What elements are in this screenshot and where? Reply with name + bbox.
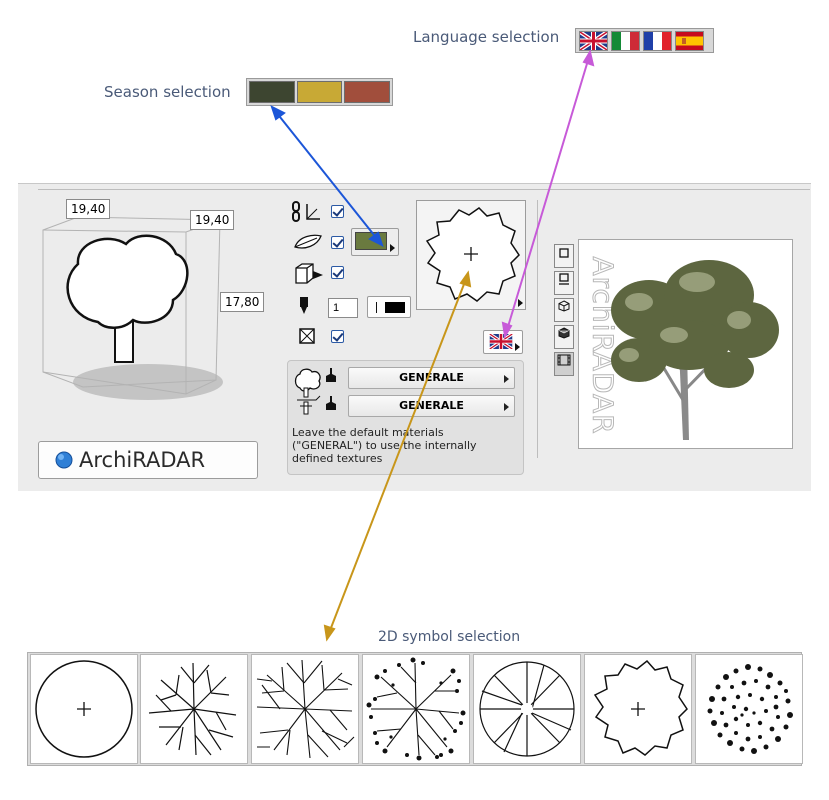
symbol-arrow [323,270,472,642]
language-arrow [501,49,595,339]
season-arrow [270,105,384,247]
callout-arrows [270,49,595,642]
